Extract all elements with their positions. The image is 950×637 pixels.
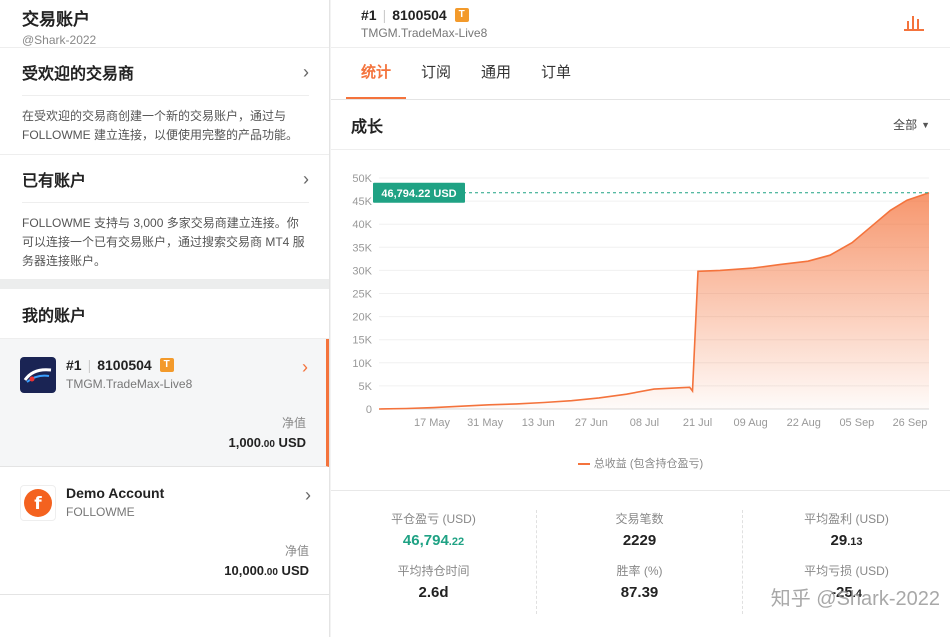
section-gap <box>0 279 329 289</box>
equity-label: 净值 <box>284 544 309 558</box>
last-value-label: 46,794.22 USD <box>381 188 456 200</box>
my-accounts-header: 我的账户 <box>0 289 329 339</box>
x-tick-label: 17 May <box>414 417 451 429</box>
x-tick-label: 08 Jul <box>630 417 659 429</box>
range-filter-dropdown[interactable]: 全部 ▼ <box>893 116 930 133</box>
equity-label: 净值 <box>281 416 306 430</box>
y-tick-label: 5K <box>359 381 373 393</box>
growth-chart: 0 5K 10K 15K 20K 25K 30K 35K 40K 45K 50K 17 May 31 M… <box>352 173 930 429</box>
x-tick-label: 22 Aug <box>787 417 821 429</box>
followme-logo-icon: f <box>20 485 56 521</box>
x-tick-label: 27 Jun <box>575 417 608 429</box>
growth-title: 成长 <box>351 118 384 136</box>
y-tick-label: 0 <box>366 404 372 416</box>
chevron-right-icon[interactable]: › <box>303 63 309 81</box>
tab-stats[interactable]: 统计 <box>346 48 407 99</box>
caret-down-icon: ▼ <box>921 119 930 130</box>
y-tick-label: 35K <box>352 242 372 254</box>
account-server: TMGM.TradeMax-Live8 <box>66 377 193 391</box>
account-name: Demo Account <box>66 485 165 501</box>
account-equity: 净值 1,000.00 USD <box>228 414 306 450</box>
x-tick-label: 05 Sep <box>839 417 874 429</box>
stat-closed-pnl: 平仓盈亏 (USD) 46,794.22 <box>391 512 476 549</box>
tab-orders[interactable]: 订单 <box>526 48 586 99</box>
account-type-badge: T <box>454 8 469 22</box>
tmgm-logo-icon <box>20 357 56 393</box>
detail-header: #1 | 8100504 T TMGM.TradeMax-Live8 <box>331 0 950 48</box>
popular-brokers-header[interactable]: 受欢迎的交易商 › <box>22 48 309 96</box>
popular-brokers-title: 受欢迎的交易商 <box>22 65 135 83</box>
stats-column: 交易笔数 2229 胜率 (%) 87.39 <box>537 510 743 614</box>
accounts-sidebar: 交易账户 @Shark-2022 受欢迎的交易商 › 在受欢迎的交易商创建一个新… <box>0 0 330 637</box>
bar-chart-icon[interactable] <box>904 13 924 36</box>
stat-trade-count: 交易笔数 2229 <box>615 512 664 549</box>
chart-legend[interactable]: 总收益 (包含持仓盈亏) <box>331 455 950 471</box>
x-tick-label: 13 Jun <box>522 417 555 429</box>
account-card-8100504[interactable]: #1 | 8100504 T TMGM.TradeMax-Live8 › 净值 … <box>0 339 329 467</box>
x-tick-label: 21 Jul <box>683 417 712 429</box>
y-tick-label: 50K <box>352 173 372 185</box>
x-tick-label: 09 Aug <box>734 417 768 429</box>
svg-text:f: f <box>34 494 42 514</box>
account-id: 8100504 <box>392 7 447 23</box>
existing-account-section[interactable]: 已有账户 › FOLLOWME 支持与 3,000 多家交易商建立连接。你可以连… <box>0 155 329 279</box>
account-card-demo[interactable]: f Demo Account FOLLOWME › 净值 10,000.00 U… <box>0 467 329 595</box>
growth-card-header: 成长 全部 ▼ <box>331 100 950 150</box>
user-handle: @Shark-2022 <box>22 33 97 47</box>
chevron-right-icon[interactable]: › <box>302 357 308 378</box>
popular-brokers-desc: 在受欢迎的交易商创建一个新的交易账户，通过与 FOLLOWME 建立连接，以便使… <box>22 109 299 142</box>
stat-avg-hold-time: 平均持仓时间 2.6d <box>397 564 470 601</box>
stat-avg-profit: 平均盈利 (USD) 29.13 <box>804 512 889 549</box>
detail-tabs: 统计 订阅 通用 订单 <box>331 48 950 100</box>
account-number: #1 <box>361 7 377 23</box>
stats-column: 平仓盈亏 (USD) 46,794.22 平均持仓时间 2.6d <box>331 510 537 614</box>
equity-value: 10,000.00 USD <box>224 563 309 578</box>
equity-value: 1,000.00 USD <box>228 435 306 450</box>
tab-general[interactable]: 通用 <box>466 48 526 99</box>
growth-card: 成长 全部 ▼ 0 5K 10K 15K 20K 25K 30K 35K 40K 45K 50K 17… <box>331 100 950 637</box>
range-filter-value: 全部 <box>893 118 918 132</box>
chevron-right-icon[interactable]: › <box>303 170 309 188</box>
sidebar-title: 交易账户 <box>22 10 90 29</box>
divider <box>331 490 950 491</box>
y-tick-label: 15K <box>352 335 372 347</box>
popular-brokers-section[interactable]: 受欢迎的交易商 › 在受欢迎的交易商创建一个新的交易账户，通过与 FOLLOWM… <box>0 48 329 155</box>
account-equity: 净值 10,000.00 USD <box>224 542 309 578</box>
existing-account-desc: FOLLOWME 支持与 3,000 多家交易商建立连接。你可以连接一个已有交易… <box>22 216 305 268</box>
existing-account-header[interactable]: 已有账户 › <box>22 155 309 203</box>
y-tick-label: 25K <box>352 289 372 301</box>
stat-win-rate: 胜率 (%) 87.39 <box>616 564 663 601</box>
watermark: 知乎 @Shark-2022 <box>770 588 940 610</box>
y-tick-label: 10K <box>352 358 372 370</box>
sidebar-header: 交易账户 @Shark-2022 <box>0 0 329 48</box>
account-server: FOLLOWME <box>66 505 135 519</box>
legend-label: 总收益 (包含持仓盈亏) <box>593 458 704 470</box>
account-id: 8100504 <box>97 357 152 373</box>
account-number: #1 <box>66 357 82 373</box>
account-detail-panel: #1 | 8100504 T TMGM.TradeMax-Live8 统计 订阅… <box>331 0 950 637</box>
legend-swatch <box>577 463 590 466</box>
account-type-badge: T <box>159 358 174 372</box>
y-tick-label: 30K <box>352 265 372 277</box>
x-tick-label: 31 May <box>467 417 504 429</box>
series-area <box>379 192 929 409</box>
chevron-right-icon[interactable]: › <box>305 485 311 506</box>
x-tick-label: 26 Sep <box>893 417 928 429</box>
y-tick-label: 20K <box>352 312 372 324</box>
tab-subscribe[interactable]: 订阅 <box>406 48 466 99</box>
y-tick-label: 45K <box>352 196 372 208</box>
y-tick-label: 40K <box>352 219 372 231</box>
account-server: TMGM.TradeMax-Live8 <box>361 26 488 40</box>
my-accounts-title: 我的账户 <box>22 307 87 325</box>
existing-account-title: 已有账户 <box>22 172 87 190</box>
